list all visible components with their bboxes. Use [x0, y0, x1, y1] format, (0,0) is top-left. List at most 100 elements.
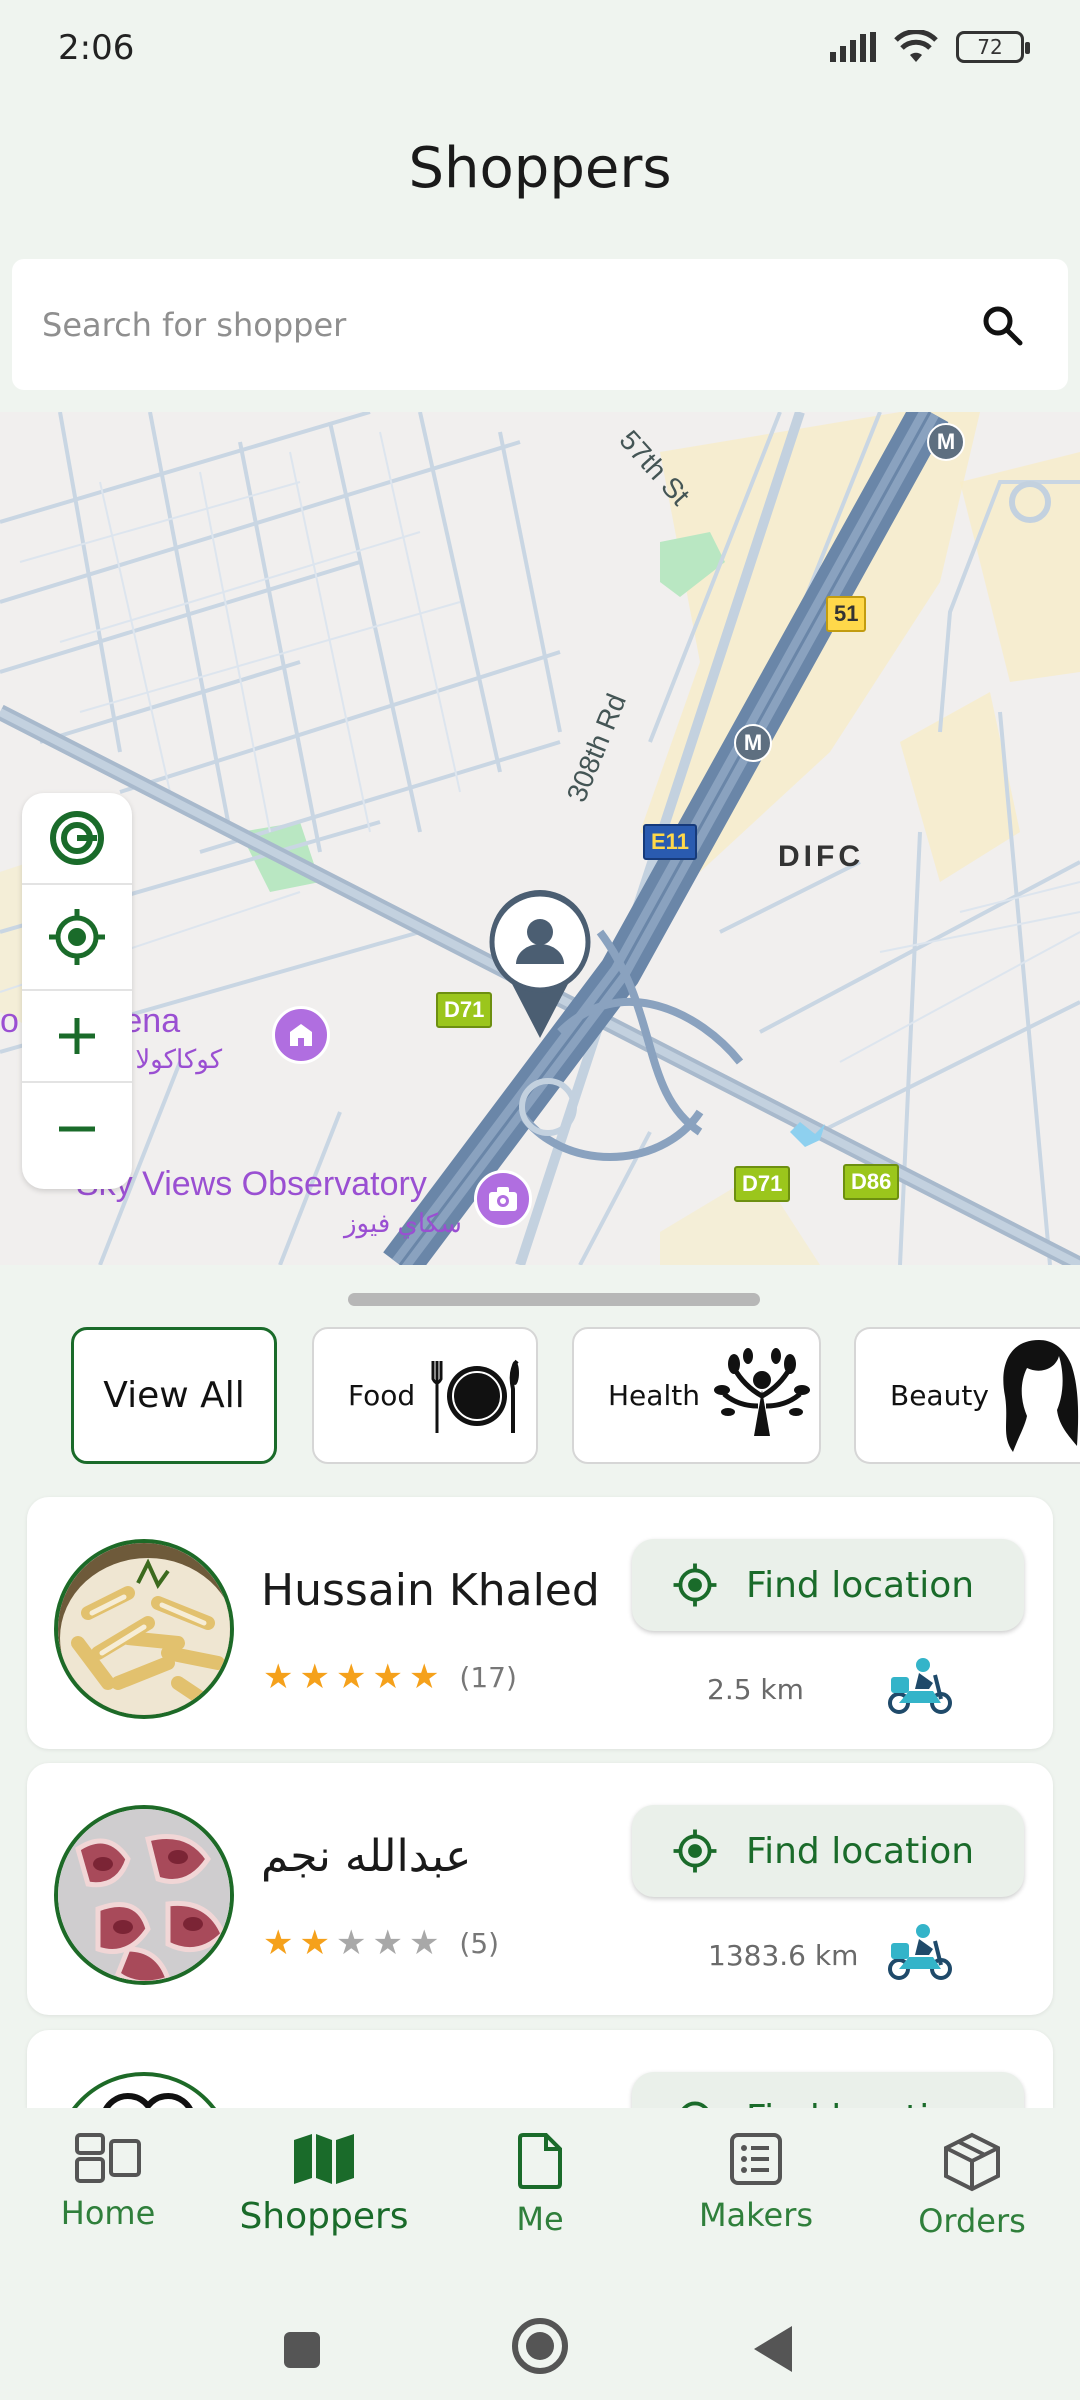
recenter-icon — [50, 811, 104, 865]
map-base — [0, 412, 1080, 1265]
shopper-rating: ★ ★ ★ ★ ★ (5) — [263, 1923, 499, 1963]
shopper-rating: ★ ★ ★ ★ ★ (17) — [263, 1657, 517, 1697]
star-icon: ★ — [408, 1657, 440, 1697]
district-label: DIFC — [778, 840, 864, 873]
category-chip-food[interactable]: Food — [312, 1327, 538, 1464]
battery-indicator: 72 — [956, 31, 1030, 63]
document-icon — [518, 2133, 562, 2189]
woman-face-icon — [1003, 1339, 1079, 1452]
delivery-scooter-icon — [888, 1658, 952, 1714]
star-icon: ★ — [299, 1657, 330, 1697]
find-location-button[interactable]: Find location — [632, 2072, 1024, 2108]
nav-label: Orders — [918, 2202, 1026, 2240]
star-icon: ★ — [263, 1923, 294, 1963]
box-icon — [944, 2132, 1000, 2192]
nav-item-me[interactable]: Me — [432, 2108, 648, 2288]
delivery-scooter-icon — [888, 1924, 952, 1980]
search-input[interactable] — [42, 299, 942, 351]
bottom-sheet-handle[interactable] — [348, 1293, 760, 1306]
metro-station-icon[interactable]: M — [734, 724, 772, 762]
find-location-label: Find location — [746, 2098, 974, 2109]
my-location-icon — [49, 909, 105, 965]
landmark-icon[interactable] — [272, 1006, 330, 1064]
camera-icon[interactable] — [474, 1170, 532, 1228]
star-icon: ★ — [372, 1923, 403, 1963]
category-chip-health[interactable]: Health — [572, 1327, 821, 1464]
map-icon — [294, 2134, 354, 2184]
star-icon: ★ — [335, 1923, 367, 1963]
find-location-label: Find location — [746, 1564, 975, 1606]
signal-icon — [830, 32, 876, 62]
my-location-button[interactable] — [22, 885, 132, 991]
category-chip-label: Health — [608, 1379, 700, 1412]
metro-station-icon[interactable]: M — [927, 423, 965, 461]
map-view[interactable]: 57th St 308th Rd 51 E11 D71 D71 D86 M M … — [0, 412, 1080, 1265]
system-navigation-bar — [0, 2288, 1080, 2400]
search-icon[interactable] — [980, 303, 1026, 349]
review-count: (17) — [459, 1660, 517, 1694]
find-location-button[interactable]: Find location — [632, 1805, 1024, 1897]
star-icon: ★ — [372, 1657, 403, 1697]
review-count: (5) — [459, 1926, 500, 1960]
nav-item-shoppers[interactable]: Shoppers — [216, 2108, 432, 2288]
zoom-out-button[interactable] — [22, 1083, 132, 1175]
route-shield-e11: E11 — [643, 824, 697, 860]
status-bar: 2:06 72 — [0, 0, 1080, 100]
find-location-label: Find location — [746, 1830, 975, 1872]
poi-label-prefix: o — [0, 1002, 19, 1040]
star-icon: ★ — [335, 1657, 367, 1697]
recenter-button[interactable] — [22, 793, 132, 885]
nav-label: Makers — [698, 2196, 814, 2234]
recent-apps-button[interactable] — [282, 2330, 322, 2370]
bottom-navigation: Home Shoppers Me Makers Orders — [0, 2108, 1080, 2288]
shopper-avatar — [54, 1539, 234, 1719]
zoom-out-icon — [59, 1126, 95, 1132]
home-dashboard-icon — [75, 2133, 141, 2183]
shopper-distance: 2.5 km — [707, 1673, 804, 1706]
zoom-in-icon — [59, 1018, 95, 1054]
shopper-name: عبدالله نجم — [261, 1831, 472, 1882]
shopper-card[interactable]: Hussain Khaled ★ ★ ★ ★ ★ (17) Find locat… — [27, 1497, 1053, 1749]
category-chip-label: Food — [348, 1379, 416, 1412]
wifi-icon — [894, 30, 938, 62]
shopper-distance: 1383.6 km — [708, 1939, 859, 1972]
map-controls — [22, 793, 132, 1189]
shopper-card[interactable]: Find location — [27, 2030, 1053, 2108]
category-chip-label: Beauty — [890, 1379, 989, 1412]
shopper-location-marker[interactable] — [488, 890, 592, 1040]
star-icon: ★ — [299, 1923, 330, 1963]
location-target-icon — [681, 2101, 709, 2108]
back-button[interactable] — [752, 2324, 796, 2374]
shopper-avatar — [54, 2072, 234, 2108]
location-target-icon — [673, 1829, 717, 1873]
category-chip-label: View All — [103, 1375, 245, 1416]
shopper-avatar — [54, 1805, 234, 1985]
find-location-button[interactable]: Find location — [632, 1539, 1024, 1631]
list-icon — [730, 2133, 782, 2185]
nav-label: Me — [516, 2200, 564, 2238]
status-icons: 72 — [830, 30, 1030, 64]
category-filter: View All Food Health Beauty — [0, 1327, 1080, 1464]
category-chip-beauty[interactable]: Beauty — [854, 1327, 1080, 1464]
plate-cutlery-icon — [431, 1359, 520, 1433]
nav-label: Home — [60, 2194, 156, 2232]
nav-item-home[interactable]: Home — [0, 2108, 216, 2288]
route-shield-d71-2: D71 — [734, 1166, 791, 1202]
route-shield-51: 51 — [826, 596, 867, 632]
shopper-card[interactable]: عبدالله نجم ★ ★ ★ ★ ★ (5) Find location … — [27, 1763, 1053, 2015]
search-bar — [12, 259, 1068, 390]
home-button[interactable] — [510, 2316, 570, 2376]
route-shield-d86: D86 — [843, 1164, 900, 1200]
shopper-name: Hussain Khaled — [261, 1565, 600, 1616]
star-icon: ★ — [263, 1657, 294, 1697]
tree-person-icon — [713, 1347, 810, 1436]
category-chip-view-all[interactable]: View All — [71, 1327, 277, 1464]
route-shield-d71: D71 — [436, 992, 493, 1028]
location-target-icon — [673, 1563, 717, 1607]
nav-item-orders[interactable]: Orders — [864, 2108, 1080, 2288]
zoom-in-button[interactable] — [22, 991, 132, 1083]
page-title: Shoppers — [408, 136, 672, 201]
nav-item-makers[interactable]: Makers — [648, 2108, 864, 2288]
poi-label-sky-views-ar: سكاي فيوز — [344, 1208, 462, 1238]
star-icon: ★ — [408, 1923, 440, 1963]
